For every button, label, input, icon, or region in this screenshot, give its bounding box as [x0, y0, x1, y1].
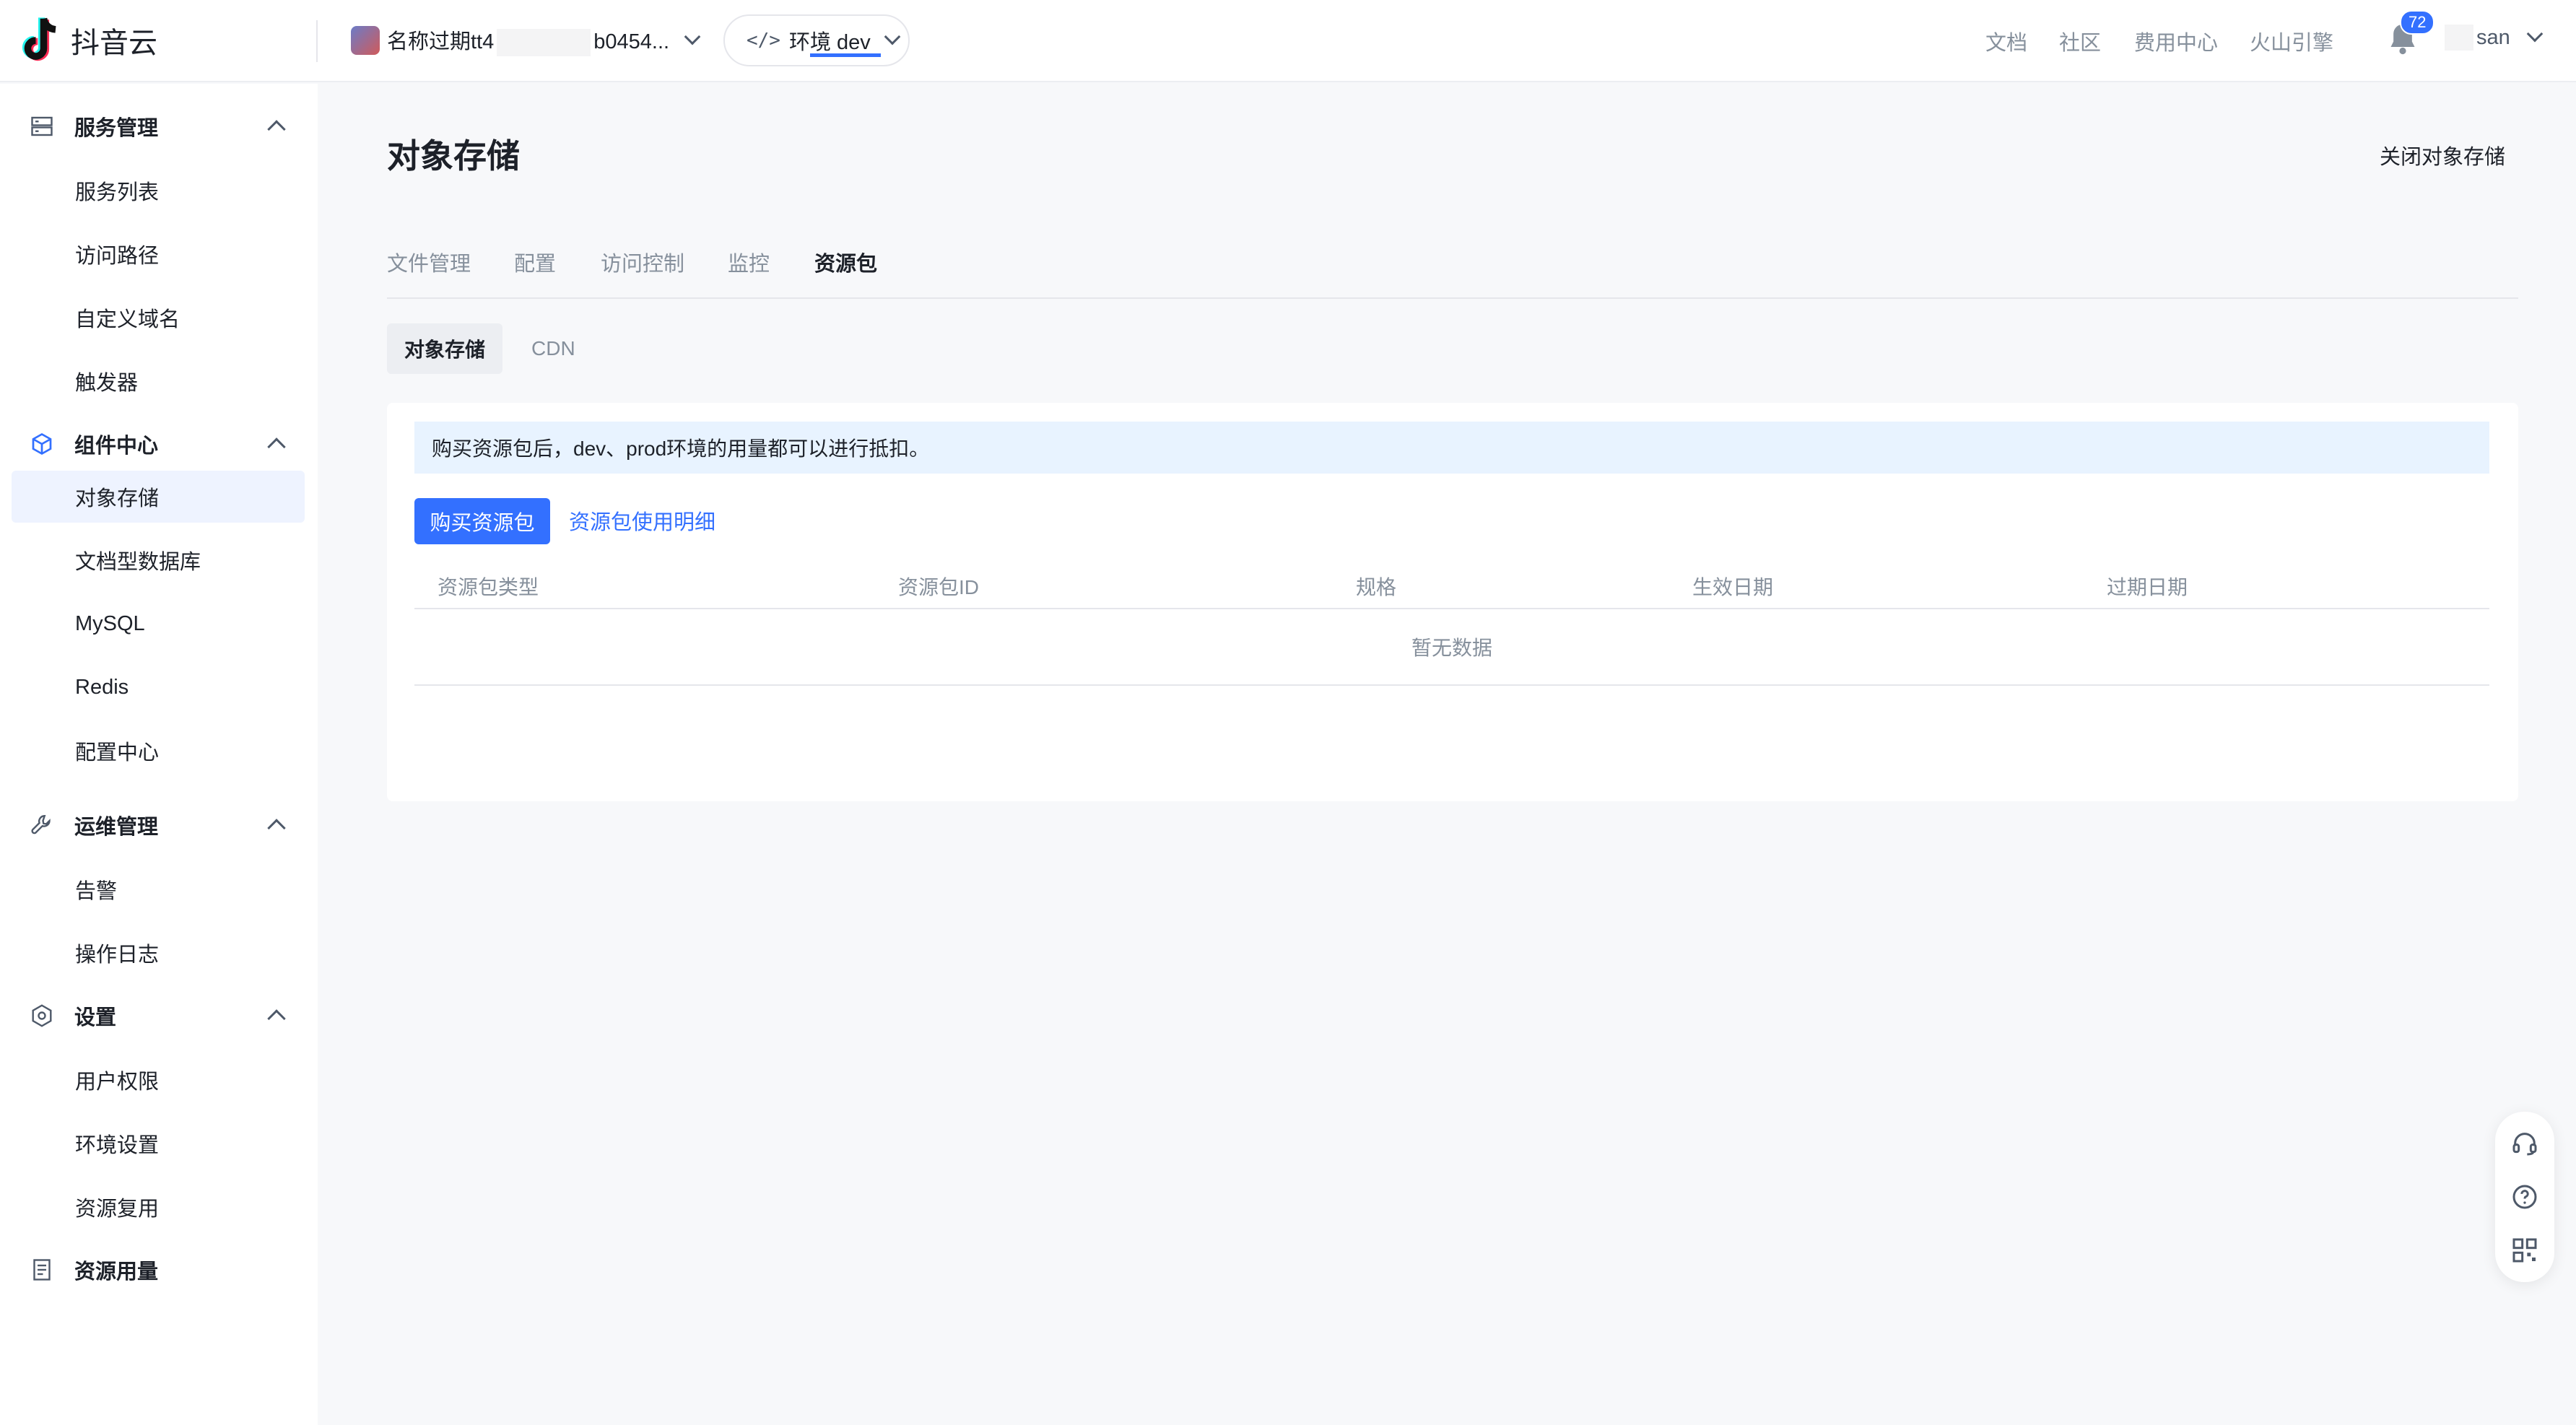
app-name-prefix: 名称过期tt4 [387, 30, 495, 53]
sidebar: 服务管理 服务列表 访问路径 自定义域名 触发器 组件中心 对象存储 文档型数据… [0, 84, 318, 1425]
sidebar-item-alert[interactable]: 告警 [12, 863, 305, 915]
env-label: 环境 dev [788, 31, 871, 54]
sidebar-group-label: 服务管理 [74, 117, 159, 140]
column-header: 生效日期 [1692, 576, 1774, 598]
redacted-block [2445, 25, 2473, 51]
cube-icon [32, 432, 52, 456]
tab-resource-package[interactable]: 资源包 [814, 247, 877, 277]
resource-package-card: 购买资源包后，dev、prod环境的用量都可以进行抵扣。 购买资源包 资源包使用… [387, 403, 2518, 801]
sidebar-item-resource-reuse[interactable]: 资源复用 [12, 1181, 305, 1233]
sidebar-item-custom-domain[interactable]: 自定义域名 [12, 292, 305, 344]
chevron-up-icon [267, 437, 286, 456]
server-icon [31, 116, 53, 136]
tab-monitor[interactable]: 监控 [728, 247, 770, 277]
wrench-icon [31, 815, 51, 834]
douyin-logo-icon [22, 17, 56, 61]
tab-access-control[interactable]: 访问控制 [601, 247, 684, 277]
sidebar-group-label: 运维管理 [74, 816, 159, 839]
sidebar-item-env-settings[interactable]: 环境设置 [12, 1117, 305, 1169]
app-name-suffix: b0454... [593, 30, 670, 53]
help-icon[interactable] [2510, 1182, 2539, 1211]
nav-community[interactable]: 社区 [2059, 26, 2101, 56]
header-divider [316, 20, 318, 62]
chevron-up-icon [267, 1009, 286, 1028]
sidebar-item-document-db[interactable]: 文档型数据库 [12, 534, 305, 586]
sidebar-item-mysql[interactable]: MySQL [12, 598, 305, 650]
sidebar-item-user-permissions[interactable]: 用户权限 [12, 1054, 305, 1106]
sidebar-group-settings[interactable]: 设置 [0, 990, 318, 1041]
active-tab-indicator [810, 53, 881, 57]
app-name: 名称过期tt4 b0454... [387, 25, 670, 57]
nav-volcengine[interactable]: 火山引擎 [2250, 26, 2333, 56]
main-tabs: 文件管理 配置 访问控制 监控 资源包 [387, 243, 2518, 299]
sidebar-group-label: 设置 [74, 1006, 117, 1029]
user-name: san [2476, 25, 2510, 49]
tab-file-management[interactable]: 文件管理 [387, 247, 471, 277]
app-avatar [351, 26, 380, 55]
brand-name: 抖音云 [71, 27, 157, 59]
floating-toolbar [2495, 1112, 2554, 1282]
sidebar-item-object-storage[interactable]: 对象存储 [12, 471, 305, 523]
notification-badge: 72 [2400, 10, 2435, 35]
sidebar-item-redis[interactable]: Redis [12, 661, 305, 713]
sidebar-item-config-center[interactable]: 配置中心 [12, 725, 305, 777]
usage-detail-link[interactable]: 资源包使用明细 [569, 505, 715, 536]
sidebar-item-service-list[interactable]: 服务列表 [12, 165, 305, 217]
user-menu[interactable]: san [2445, 25, 2544, 51]
sidebar-group-label: 资源用量 [74, 1260, 159, 1284]
sidebar-group-label: 组件中心 [74, 435, 159, 458]
column-header: 规格 [1356, 576, 1397, 598]
subtab-object-storage[interactable]: 对象存储 [387, 323, 503, 374]
close-object-storage-button[interactable]: 关闭对象存储 [2380, 140, 2505, 170]
page-title: 对象存储 [387, 137, 520, 175]
document-icon [33, 1259, 51, 1281]
nav-billing[interactable]: 费用中心 [2134, 26, 2218, 56]
chevron-up-icon [267, 819, 286, 837]
sidebar-group-ops[interactable]: 运维管理 [0, 800, 318, 850]
headset-icon[interactable] [2510, 1129, 2539, 1158]
sidebar-group-service[interactable]: 服务管理 [0, 101, 318, 152]
code-icon: </> [747, 30, 780, 51]
subtab-cdn[interactable]: CDN [514, 323, 593, 374]
env-selector[interactable]: </> 环境 dev [723, 14, 910, 66]
sidebar-group-components[interactable]: 组件中心 [0, 419, 318, 469]
nav-docs[interactable]: 文档 [1985, 26, 2027, 56]
column-header: 资源包ID [898, 576, 980, 598]
table-header: 资源包类型 资源包ID 规格 生效日期 过期日期 [414, 560, 2489, 609]
qr-code-icon[interactable] [2510, 1236, 2539, 1265]
column-header: 资源包类型 [438, 576, 539, 598]
chevron-down-icon [2526, 25, 2544, 43]
chevron-down-icon [684, 28, 701, 45]
chevron-up-icon [267, 120, 286, 139]
sidebar-item-access-path[interactable]: 访问路径 [12, 228, 305, 280]
brand-logo[interactable]: 抖音云 [16, 14, 157, 66]
buy-package-button[interactable]: 购买资源包 [414, 498, 550, 544]
top-bar: 抖音云 名称过期tt4 b0454... </> 环境 dev 文档 社区 费用中… [0, 0, 2576, 82]
sidebar-group-resource-usage[interactable]: 资源用量 [0, 1245, 318, 1295]
chevron-down-icon [884, 28, 901, 45]
redacted-block [497, 29, 591, 57]
empty-state: 暂无数据 [414, 609, 2489, 686]
sidebar-item-operation-log[interactable]: 操作日志 [12, 927, 305, 979]
gear-icon [32, 1004, 52, 1027]
info-notice: 购买资源包后，dev、prod环境的用量都可以进行抵扣。 [414, 422, 2489, 474]
tab-config[interactable]: 配置 [514, 247, 556, 277]
app-selector[interactable]: 名称过期tt4 b0454... [351, 22, 701, 59]
sidebar-item-trigger[interactable]: 触发器 [12, 355, 305, 407]
column-header: 过期日期 [2107, 576, 2188, 598]
